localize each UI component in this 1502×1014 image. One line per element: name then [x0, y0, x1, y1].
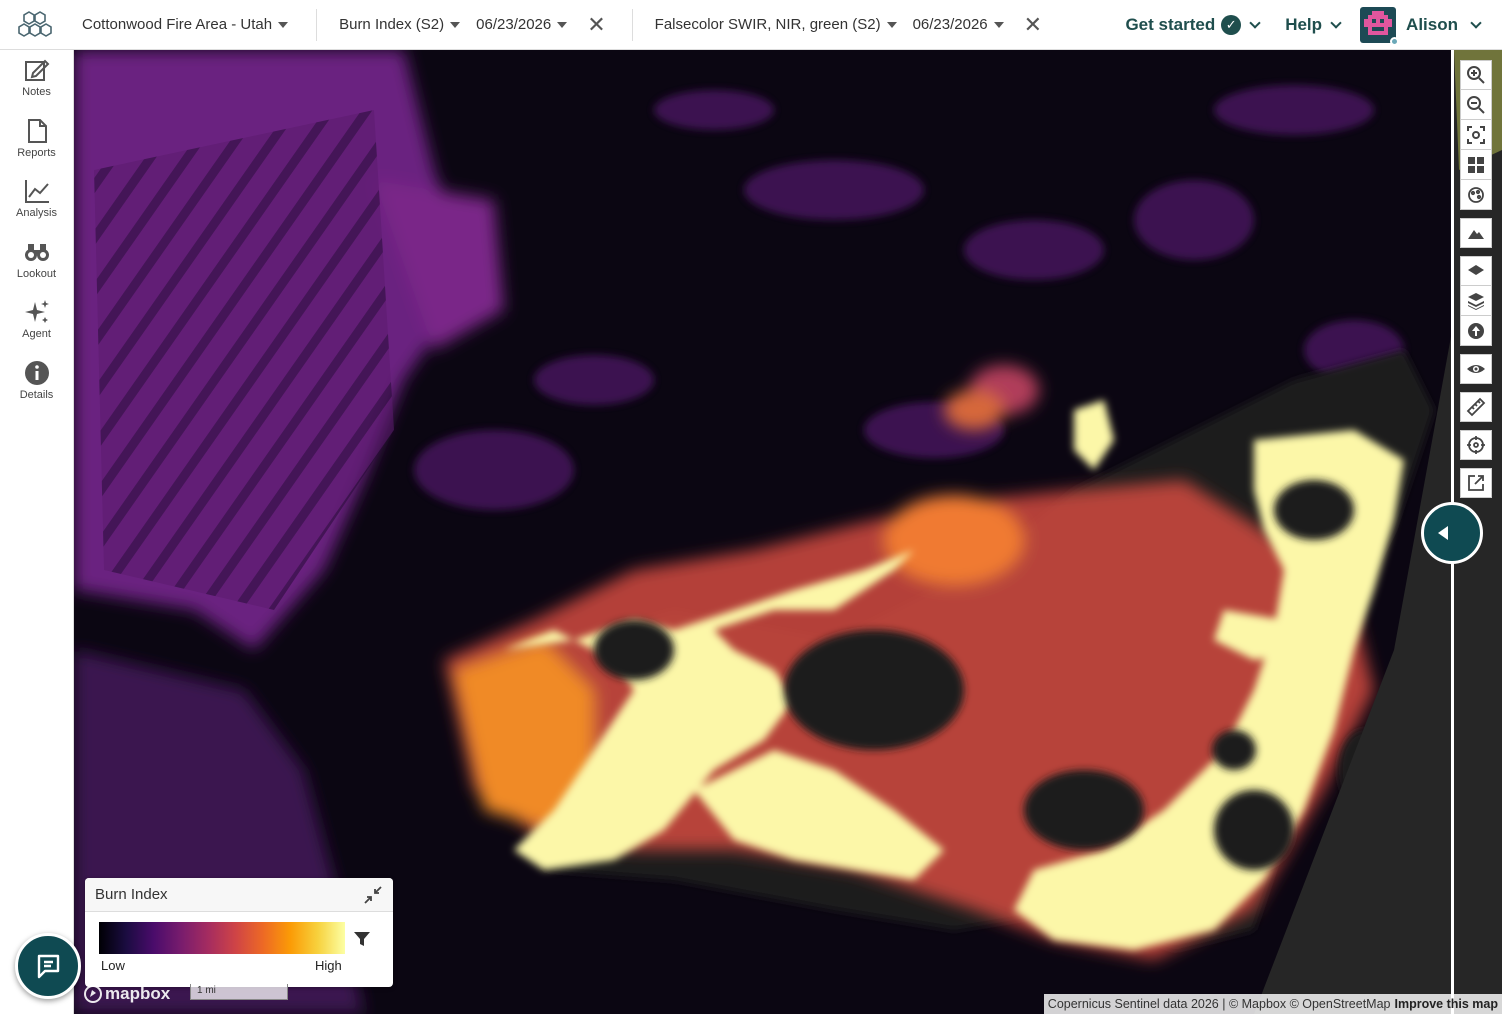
right-layer-date: 06/23/2026: [912, 16, 988, 33]
legend-low-label: Low: [101, 958, 125, 973]
grid-view-button[interactable]: [1460, 150, 1492, 180]
layers-button[interactable]: [1460, 286, 1492, 316]
improve-map-link[interactable]: Improve this map: [1395, 997, 1499, 1011]
layers-stack-icon: [1468, 292, 1484, 310]
upload-icon: [1468, 322, 1484, 339]
user-name: Alison: [1406, 15, 1458, 34]
basemap-button[interactable]: [1460, 256, 1492, 286]
mapbox-icon: [84, 985, 102, 1003]
sidebar-item-label: Lookout: [16, 267, 57, 280]
visibility-button[interactable]: [1460, 354, 1492, 384]
legend-color-ramp: [99, 922, 345, 954]
close-right-layer-icon[interactable]: ✕: [1016, 13, 1058, 36]
left-sidebar: Notes Reports Analysis Lookout Agent Det…: [0, 50, 74, 1014]
sidebar-item-label: Agent: [22, 328, 51, 340]
caret-down-icon: [886, 21, 897, 28]
app-logo[interactable]: [0, 0, 70, 50]
avatar: [1360, 7, 1400, 46]
help-label: Help: [1285, 15, 1323, 34]
upload-button[interactable]: [1460, 316, 1492, 346]
arrow-left-icon: [1438, 526, 1448, 540]
fit-extent-button[interactable]: [1460, 120, 1492, 150]
map-attribution: Copernicus Sentinel data 2026 | © Mapbox…: [1043, 994, 1502, 1014]
notes-icon: [24, 59, 49, 81]
left-date-dropdown[interactable]: 06/23/2026: [472, 16, 579, 33]
mapbox-logo[interactable]: mapbox: [84, 984, 170, 1004]
eye-icon: [1467, 365, 1485, 373]
burn-index-raster: [74, 50, 1502, 1014]
crosshair-icon: [1467, 436, 1485, 454]
sidebar-item-agent[interactable]: Agent: [0, 292, 73, 353]
sidebar-item-label: Analysis: [16, 207, 57, 219]
top-bar: Cottonwood Fire Area - Utah Burn Index (…: [0, 0, 1502, 50]
chevron-down-icon: [1470, 17, 1482, 29]
user-menu[interactable]: Alison: [1354, 7, 1502, 46]
map-canvas[interactable]: Burn Index Low High mapbox 1 mi Copernic…: [74, 50, 1502, 1014]
sidebar-item-lookout[interactable]: Lookout: [0, 232, 73, 293]
caret-down-icon: [450, 21, 461, 28]
right-layer-name: Falsecolor SWIR, NIR, green (S2): [654, 16, 881, 33]
zoom-in-button[interactable]: [1460, 60, 1492, 90]
reports-icon: [27, 118, 47, 143]
legend-panel: Burn Index Low High: [85, 878, 393, 987]
external-link-icon: [1468, 475, 1484, 491]
get-started-label: Get started: [1125, 15, 1216, 34]
legend-high-label: High: [315, 958, 342, 973]
right-layer-dropdown[interactable]: Falsecolor SWIR, NIR, green (S2): [643, 16, 909, 33]
zoom-out-icon: [1467, 95, 1485, 114]
sidebar-item-label: Notes: [22, 86, 51, 98]
caret-down-icon: [278, 21, 289, 28]
chevron-down-icon: [1249, 17, 1261, 29]
binoculars-icon: [24, 243, 49, 261]
sidebar-item-label: Details: [19, 388, 54, 401]
caret-down-icon: [557, 21, 568, 28]
mountain-icon: [1468, 230, 1484, 239]
sparkle-icon: [24, 300, 49, 323]
compare-slider-handle[interactable]: [1421, 502, 1483, 564]
fit-extent-icon: [1467, 125, 1485, 144]
help-button[interactable]: Help: [1271, 15, 1354, 35]
legend-header: Burn Index: [85, 878, 393, 912]
open-external-button[interactable]: [1460, 468, 1492, 498]
zoom-in-icon: [1467, 66, 1485, 84]
mapbox-wordmark: mapbox: [105, 984, 171, 1003]
scale-bar: 1 mi: [190, 984, 288, 1000]
sidebar-item-label: Reports: [17, 146, 56, 159]
info-icon: [24, 360, 49, 385]
palette-icon: [1468, 186, 1484, 203]
swipe-compare-button[interactable]: [1460, 180, 1492, 210]
left-layer-name: Burn Index (S2): [339, 16, 445, 33]
map-toolbar: [1460, 60, 1492, 498]
ruler-icon: [1466, 397, 1486, 417]
sidebar-item-details[interactable]: Details: [0, 353, 73, 414]
grid-icon: [1468, 156, 1484, 173]
chat-button[interactable]: [15, 933, 81, 999]
sidebar-item-notes[interactable]: Notes: [0, 50, 73, 111]
attribution-text[interactable]: Copernicus Sentinel data 2026 | © Mapbox…: [1048, 997, 1391, 1011]
caret-down-icon: [993, 21, 1004, 28]
left-layer-date: 06/23/2026: [476, 16, 552, 33]
get-started-button[interactable]: Get started ✓: [1113, 15, 1271, 35]
project-dropdown[interactable]: Cottonwood Fire Area - Utah: [70, 16, 300, 33]
analysis-icon: [24, 180, 49, 203]
chevron-down-icon: [1330, 17, 1342, 29]
locate-button[interactable]: [1460, 430, 1492, 460]
legend-title: Burn Index: [95, 886, 168, 903]
filter-icon[interactable]: [353, 930, 371, 948]
project-name: Cottonwood Fire Area - Utah: [82, 16, 273, 33]
close-left-layer-icon[interactable]: ✕: [579, 13, 621, 36]
check-circle-icon: ✓: [1221, 15, 1242, 35]
measure-button[interactable]: [1460, 392, 1492, 422]
right-date-dropdown[interactable]: 06/23/2026: [909, 16, 1016, 33]
terrain-button[interactable]: [1460, 218, 1492, 248]
left-layer-dropdown[interactable]: Burn Index (S2): [327, 16, 472, 33]
online-status-dot: [1390, 37, 1400, 46]
collapse-icon[interactable]: [363, 885, 383, 905]
layer-icon: [1468, 265, 1484, 275]
sidebar-item-reports[interactable]: Reports: [0, 111, 73, 172]
hexagon-logo-icon: [18, 10, 52, 37]
zoom-out-button[interactable]: [1460, 90, 1492, 120]
chat-icon: [37, 954, 60, 979]
sidebar-item-analysis[interactable]: Analysis: [0, 171, 73, 232]
